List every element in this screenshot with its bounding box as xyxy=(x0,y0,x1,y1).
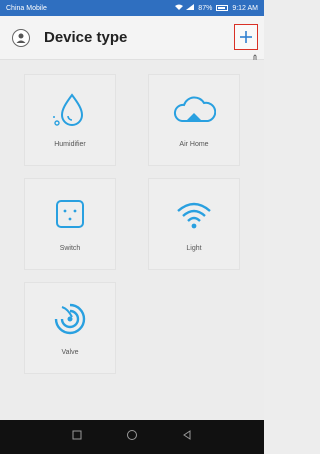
page-title: Device type xyxy=(44,29,128,46)
socket-icon xyxy=(50,193,90,237)
recent-apps-button[interactable] xyxy=(71,428,83,446)
device-card-switch[interactable]: Switch xyxy=(24,178,116,270)
app-header: Device type xyxy=(0,16,264,80)
cloud-home-icon xyxy=(172,89,216,133)
circle-icon xyxy=(126,430,137,440)
device-label: Light xyxy=(186,245,202,252)
device-label: Air Home xyxy=(179,141,209,148)
device-card-valve[interactable]: Valve xyxy=(24,282,116,374)
back-triangle-icon xyxy=(182,430,191,440)
add-device-button[interactable] xyxy=(234,24,258,50)
battery-icon xyxy=(216,5,229,11)
wifi-status-icon xyxy=(175,4,184,12)
system-nav-bar xyxy=(0,420,264,454)
plus-icon xyxy=(240,31,252,43)
status-right: 87% 9:12 AM xyxy=(175,4,258,12)
clock-text: 9:12 AM xyxy=(232,4,258,12)
device-label: Valve xyxy=(61,349,79,356)
status-icons xyxy=(175,4,195,12)
battery-percent: 87% xyxy=(198,4,213,12)
wifi-icon xyxy=(174,193,214,237)
square-icon xyxy=(72,430,82,440)
back-button[interactable] xyxy=(181,428,193,446)
device-label: Switch xyxy=(59,245,81,252)
device-card-air-home[interactable]: Air Home xyxy=(148,74,240,166)
device-card-light[interactable]: Light xyxy=(148,178,240,270)
signal-icon xyxy=(186,4,195,12)
humidifier-icon xyxy=(50,89,90,133)
carrier-text: China Mobile xyxy=(6,4,47,12)
device-label: Humidifier xyxy=(54,141,86,148)
device-grid: Humidifier Air Home Switch Light Valve xyxy=(0,60,264,420)
user-avatar-icon[interactable] xyxy=(12,28,30,47)
status-bar: China Mobile 87% 9:12 AM xyxy=(0,0,264,16)
device-card-humidifier[interactable]: Humidifier xyxy=(24,74,116,166)
home-button[interactable] xyxy=(126,428,138,446)
valve-swirl-icon xyxy=(50,297,90,341)
